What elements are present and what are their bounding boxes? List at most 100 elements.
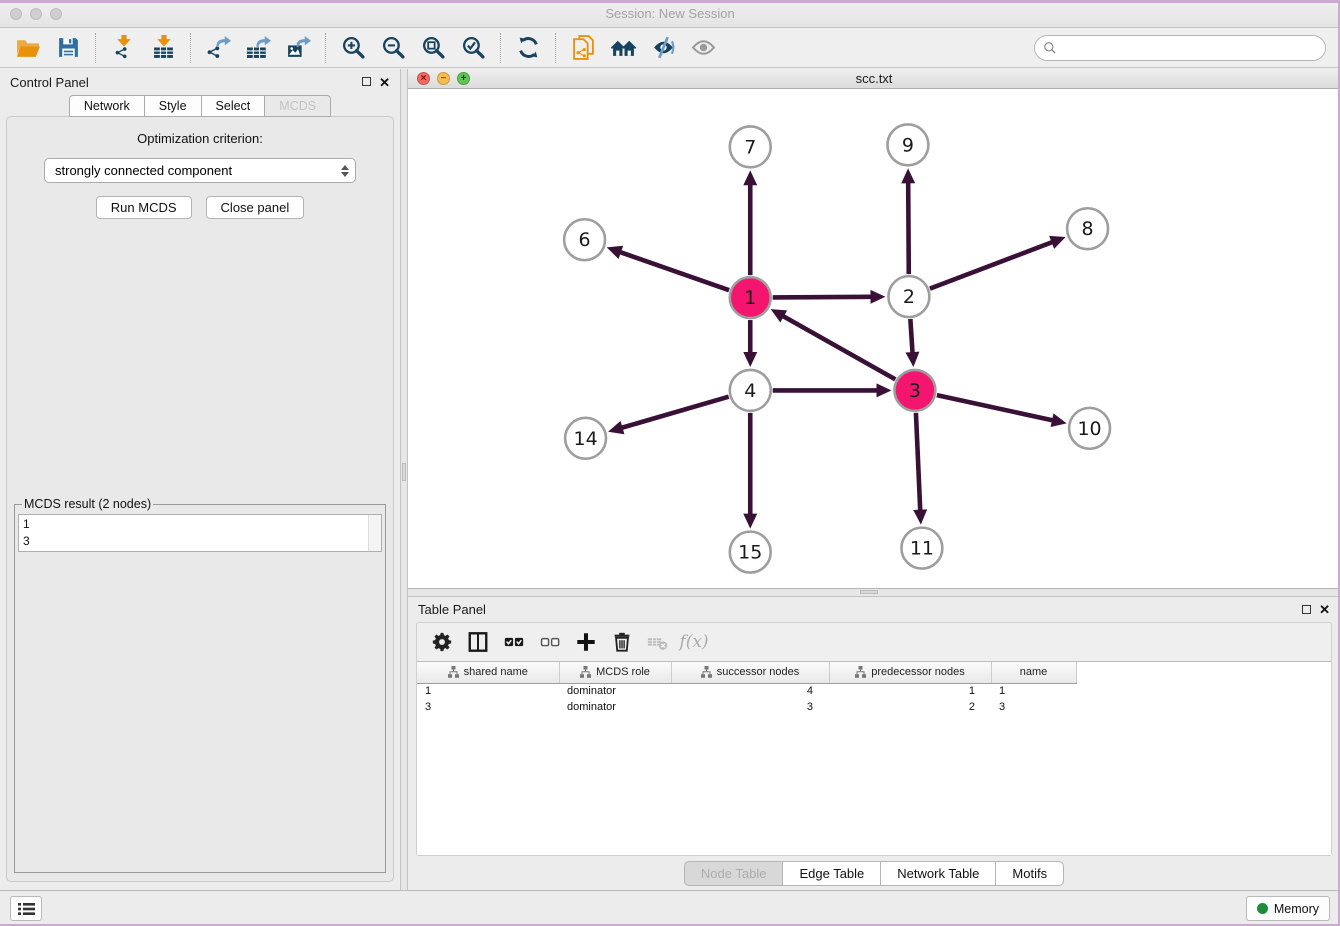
export-network-button[interactable] xyxy=(200,32,236,64)
column-header-name[interactable]: name xyxy=(991,662,1076,683)
table-cell[interactable]: 1 xyxy=(829,683,991,699)
close-panel-button[interactable]: Close panel xyxy=(206,196,305,219)
import-network-button[interactable] xyxy=(105,32,141,64)
node-2[interactable]: 2 xyxy=(888,276,929,317)
network-minimize-button[interactable]: − xyxy=(437,72,450,85)
table-cell[interactable]: 1 xyxy=(991,683,1076,699)
edge-3-1[interactable] xyxy=(771,309,896,379)
tab-edge-table[interactable]: Edge Table xyxy=(782,861,880,886)
table-cell[interactable]: dominator xyxy=(559,683,671,699)
edge-2-8[interactable] xyxy=(930,236,1066,289)
table-cell[interactable]: 4 xyxy=(671,683,829,699)
search-input[interactable] xyxy=(1063,38,1317,58)
node-6[interactable]: 6 xyxy=(564,219,605,260)
column-header-predecessor-nodes[interactable]: predecessor nodes xyxy=(829,662,991,683)
tab-motifs[interactable]: Motifs xyxy=(995,861,1064,886)
column-layout-button[interactable] xyxy=(461,627,495,657)
export-table-button[interactable] xyxy=(240,32,276,64)
column-header-shared-name[interactable]: shared name xyxy=(417,662,559,683)
delete-table-button[interactable] xyxy=(641,627,675,657)
open-file-button[interactable] xyxy=(10,32,46,64)
settings-button[interactable] xyxy=(425,627,459,657)
edge-4-3[interactable] xyxy=(773,383,892,397)
table-cell[interactable]: 3 xyxy=(991,699,1076,715)
tab-style[interactable]: Style xyxy=(144,95,201,117)
edge-2-3[interactable] xyxy=(905,319,919,367)
network-maximize-button[interactable]: + xyxy=(457,72,470,85)
control-panel-close-button[interactable]: ✕ xyxy=(379,76,390,89)
node-1[interactable]: 1 xyxy=(730,277,771,318)
edge-3-11[interactable] xyxy=(913,413,927,525)
network-canvas[interactable]: 7 9 6 8 1 2 4 3 14 10 15 11 xyxy=(408,89,1340,588)
column-header-successor-nodes[interactable]: successor nodes xyxy=(671,662,829,683)
memory-button[interactable]: Memory xyxy=(1246,896,1330,921)
mcds-result-legend: MCDS result (2 nodes) xyxy=(22,497,153,511)
node-8[interactable]: 8 xyxy=(1067,208,1108,249)
node-11[interactable]: 11 xyxy=(901,528,942,569)
control-panel-float-button[interactable] xyxy=(362,76,371,88)
table-row[interactable]: 3dominator323 xyxy=(417,699,1076,715)
column-header-MCDS-role[interactable]: MCDS role xyxy=(559,662,671,683)
save-session-icon xyxy=(56,35,81,60)
network-close-button[interactable]: × xyxy=(417,72,430,85)
table-cell[interactable]: dominator xyxy=(559,699,671,715)
tab-mcds[interactable]: MCDS xyxy=(264,95,331,117)
task-history-button[interactable] xyxy=(10,896,42,921)
deselect-all-columns-button[interactable] xyxy=(533,627,567,657)
horizontal-splitter[interactable] xyxy=(408,589,1340,597)
node-9[interactable]: 9 xyxy=(887,124,928,165)
table-cell[interactable]: 1 xyxy=(417,683,559,699)
node-15[interactable]: 15 xyxy=(730,532,771,573)
delete-row-button[interactable] xyxy=(605,627,639,657)
zoom-selected-button[interactable] xyxy=(455,32,491,64)
node-14[interactable]: 14 xyxy=(565,418,606,459)
import-table-button[interactable] xyxy=(145,32,181,64)
edge-4-15[interactable] xyxy=(743,413,757,529)
edge-1-4[interactable] xyxy=(743,320,757,367)
tab-select[interactable]: Select xyxy=(201,95,265,117)
tab-network-table[interactable]: Network Table xyxy=(880,861,995,886)
network-graph[interactable]: 7 9 6 8 1 2 4 3 14 10 15 11 xyxy=(408,89,1340,588)
table-panel-close-button[interactable]: ✕ xyxy=(1319,603,1330,616)
refresh-button[interactable] xyxy=(510,32,546,64)
edge-4-14[interactable] xyxy=(608,397,729,435)
node-4[interactable]: 4 xyxy=(730,370,771,411)
table-cell[interactable]: 2 xyxy=(829,699,991,715)
node-3[interactable]: 3 xyxy=(894,370,935,411)
tab-network[interactable]: Network xyxy=(69,95,144,117)
show-graphics-details-button[interactable] xyxy=(685,32,721,64)
save-session-button[interactable] xyxy=(50,32,86,64)
memory-status-icon xyxy=(1257,903,1268,914)
mcds-result-box[interactable]: 1 3 xyxy=(18,514,382,552)
vertical-splitter-grip[interactable] xyxy=(402,463,406,481)
edge-1-6[interactable] xyxy=(607,246,729,290)
optimization-criterion-select[interactable]: strongly connected component xyxy=(44,158,356,183)
node-10[interactable]: 10 xyxy=(1069,408,1110,449)
table-panel-float-button[interactable] xyxy=(1302,604,1311,616)
run-mcds-button[interactable]: Run MCDS xyxy=(96,196,192,219)
zoom-in-button[interactable] xyxy=(335,32,371,64)
function-builder-button[interactable]: f(x) xyxy=(677,627,711,657)
fit-content-button[interactable] xyxy=(415,32,451,64)
table-cell[interactable]: 3 xyxy=(671,699,829,715)
home-button[interactable] xyxy=(605,32,641,64)
edge-2-9[interactable] xyxy=(901,168,915,274)
tab-node-table[interactable]: Node Table xyxy=(684,861,783,886)
table-row[interactable]: 1dominator411 xyxy=(417,683,1076,699)
vertical-splitter[interactable] xyxy=(400,69,408,890)
export-image-button[interactable] xyxy=(280,32,316,64)
zoom-out-button[interactable] xyxy=(375,32,411,64)
search-field[interactable] xyxy=(1034,35,1326,61)
select-all-columns-button[interactable] xyxy=(497,627,531,657)
edge-1-2[interactable] xyxy=(773,290,886,304)
table-cell[interactable]: 3 xyxy=(417,699,559,715)
mcds-result-scrollbar[interactable] xyxy=(368,515,381,551)
node-7[interactable]: 7 xyxy=(730,126,771,167)
horizontal-splitter-grip[interactable] xyxy=(860,590,878,594)
edge-1-7[interactable] xyxy=(743,170,757,275)
duplicate-network-button[interactable] xyxy=(565,32,601,64)
hide-graphics-details-button[interactable] xyxy=(645,32,681,64)
add-row-button[interactable] xyxy=(569,627,603,657)
zoom-selected-icon xyxy=(461,35,486,60)
edge-3-10[interactable] xyxy=(937,395,1067,427)
